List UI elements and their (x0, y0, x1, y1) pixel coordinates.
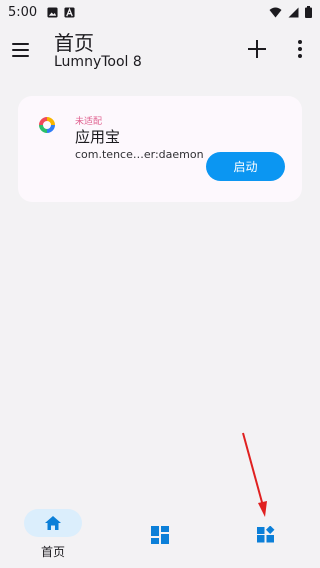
top-app-bar: 首页 LumnyTool 8 (0, 24, 320, 76)
hamburger-menu-icon[interactable] (12, 38, 36, 62)
battery-icon (305, 6, 312, 18)
app-name: 应用宝 (75, 128, 121, 146)
annotation-arrow (242, 432, 267, 517)
extensions-icon (257, 526, 275, 543)
nav-item-home[interactable]: 首页 (0, 500, 106, 568)
app-package-name: com.tence…er:daemon (75, 148, 204, 161)
status-bar: 5:00 (0, 0, 320, 24)
page-title: 首页 (54, 31, 94, 55)
nav-home-label: 首页 (40, 545, 65, 559)
status-time: 5:00 (8, 4, 38, 20)
app-card[interactable]: 未适配 应用宝 com.tence…er:daemon 启动 (18, 96, 302, 202)
page-subtitle: LumnyTool 8 (54, 54, 142, 70)
nav-item-dashboard[interactable] (107, 500, 213, 568)
bottom-navigation: 首页 (0, 500, 320, 568)
image-icon (47, 6, 58, 18)
plus-icon[interactable] (244, 36, 270, 62)
yingyongbao-logo-icon (39, 117, 55, 133)
nav-home-indicator (24, 509, 82, 537)
wifi-icon (269, 7, 282, 17)
launch-button[interactable]: 启动 (206, 152, 285, 181)
nav-item-extensions[interactable] (213, 500, 319, 568)
status-system-icons (269, 6, 312, 18)
home-icon (45, 516, 61, 530)
font-a-icon (64, 6, 75, 18)
more-vertical-icon[interactable] (292, 38, 308, 60)
dashboard-icon (151, 526, 169, 544)
signal-icon (288, 7, 299, 17)
status-notification-icons (47, 6, 75, 18)
